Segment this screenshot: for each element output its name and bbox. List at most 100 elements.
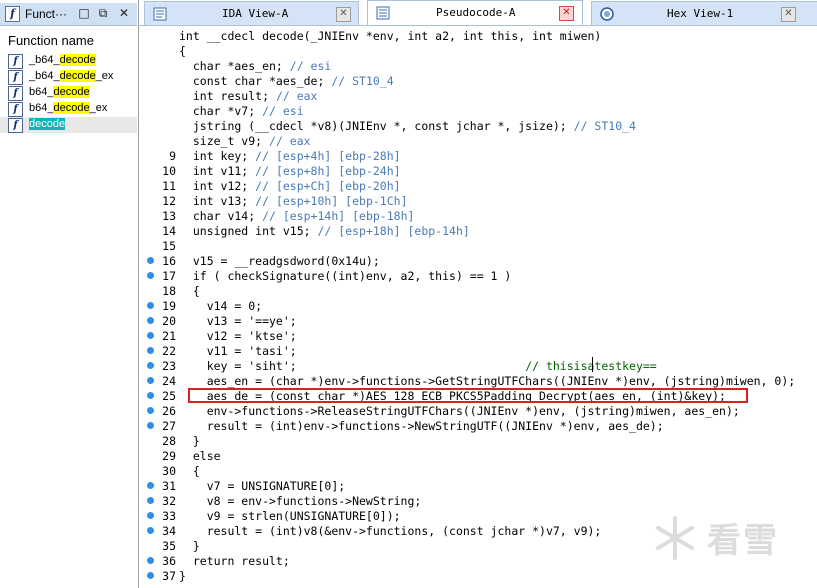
tab-pseudocode[interactable]: Pseudocode-A ✕ <box>367 0 583 27</box>
close-tab-icon[interactable]: ✕ <box>336 7 351 22</box>
function-list-item[interactable]: f _b64_decode <box>0 53 137 69</box>
code-line[interactable]: 19 v14 = 0; <box>139 298 817 313</box>
line-number: 12 <box>162 194 176 208</box>
function-name: _b64_decode_ex <box>29 70 113 82</box>
code-text: char *v7; // esi <box>179 104 304 118</box>
function-icon: f <box>8 86 23 101</box>
watermark: 看雪 <box>652 505 797 565</box>
code-comment: // [esp+8h] [ebp-24h] <box>255 164 401 178</box>
line-number: 20 <box>162 314 176 328</box>
code-line[interactable]: 31 v7 = UNSIGNATURE[0]; <box>139 478 817 493</box>
code-line[interactable]: 24 aes_en = (char *)env->functions->GetS… <box>139 373 817 388</box>
line-number: 33 <box>162 509 176 523</box>
code-line[interactable]: 27 result = (int)env->functions->NewStri… <box>139 418 817 433</box>
line-number: 11 <box>162 179 176 193</box>
code-text: v15 = __readgsdword(0x14u); <box>179 254 380 268</box>
code-comment: // ST10_4 <box>573 119 636 133</box>
code-segment: char v14; <box>179 209 263 223</box>
line-number: 29 <box>162 449 176 463</box>
search-match: decode <box>53 86 90 98</box>
function-list-item[interactable]: f decode <box>0 117 137 133</box>
function-list-item[interactable]: f b64_decode_ex <box>0 101 137 117</box>
code-text: jstring (__cdecl *v8)(JNIEnv *, const jc… <box>179 119 636 133</box>
code-line[interactable]: jstring (__cdecl *v8)(JNIEnv *, const jc… <box>139 118 817 133</box>
code-line[interactable]: 30 { <box>139 463 817 478</box>
code-text: else <box>179 449 221 463</box>
function-list-item[interactable]: f b64_decode <box>0 85 137 101</box>
code-line[interactable]: { <box>139 43 817 58</box>
code-line[interactable]: 26 env->functions->ReleaseStringUTFChars… <box>139 403 817 418</box>
code-line[interactable]: 18 { <box>139 283 817 298</box>
code-text: int __cdecl decode(_JNIEnv *env, int a2,… <box>179 29 602 43</box>
code-line[interactable]: char *aes_en; // esi <box>139 58 817 73</box>
code-line[interactable]: 23 key = 'siht'; // thisisatestkey== <box>139 358 817 373</box>
line-number: 15 <box>162 239 176 253</box>
code-line[interactable]: 11 int v12; // [esp+Ch] [ebp-20h] <box>139 178 817 193</box>
code-line[interactable]: 37} <box>139 568 817 583</box>
code-text: char *aes_en; // esi <box>179 59 331 73</box>
code-comment: // [esp+4h] [ebp-28h] <box>255 149 401 163</box>
restore-window-icon[interactable]: □ <box>77 6 91 20</box>
code-text: int v13; // [esp+10h] [ebp-1Ch] <box>179 194 408 208</box>
code-line[interactable]: size_t v9; // eax <box>139 133 817 148</box>
code-line[interactable]: 15 <box>139 238 817 253</box>
code-line[interactable]: 13 char v14; // [esp+14h] [ebp-18h] <box>139 208 817 223</box>
code-line[interactable]: 21 v12 = 'ktse'; <box>139 328 817 343</box>
pseudocode-icon <box>376 6 390 20</box>
code-text: v13 = '==ye'; <box>179 314 297 328</box>
line-number: 32 <box>162 494 176 508</box>
functions-pane-title: Funct··· <box>25 7 67 21</box>
code-line[interactable]: const char *aes_de; // ST10_4 <box>139 73 817 88</box>
code-line[interactable]: 10 int v11; // [esp+8h] [ebp-24h] <box>139 163 817 178</box>
code-line[interactable]: 20 v13 = '==ye'; <box>139 313 817 328</box>
function-icon: f <box>8 70 23 85</box>
highlight-box <box>188 388 748 403</box>
close-tab-icon[interactable]: ✕ <box>781 7 796 22</box>
function-list-item[interactable]: f _b64_decode_ex <box>0 69 137 85</box>
code-text: v11 = 'tasi'; <box>179 344 297 358</box>
close-icon[interactable]: ✕ <box>117 6 131 20</box>
functions-pane-tab[interactable]: f Funct··· □ ⧉ ✕ <box>0 3 137 26</box>
code-segment: int v13; <box>179 194 256 208</box>
code-text: return result; <box>179 554 290 568</box>
code-comment: // [esp+14h] [ebp-18h] <box>262 209 415 223</box>
code-comment: // [esp+Ch] [ebp-20h] <box>255 179 401 193</box>
code-line[interactable]: 12 int v13; // [esp+10h] [ebp-1Ch] <box>139 193 817 208</box>
line-number: 19 <box>162 299 176 313</box>
close-tab-icon[interactable]: ✕ <box>559 6 574 21</box>
code-comment: // ST10_4 <box>331 74 394 88</box>
code-comment: // thisisatestkey== <box>525 359 657 373</box>
code-text: } <box>179 539 200 553</box>
code-line[interactable]: 14 unsigned int v15; // [esp+18h] [ebp-1… <box>139 223 817 238</box>
code-line[interactable]: int result; // eax <box>139 88 817 103</box>
code-comment: // [esp+10h] [ebp-1Ch] <box>255 194 408 208</box>
functions-pane: f Funct··· □ ⧉ ✕ Function name f _b64_dec… <box>0 0 139 588</box>
code-text: unsigned int v15; // [esp+18h] [ebp-14h] <box>179 224 470 238</box>
function-name-column-header[interactable]: Function name <box>8 33 94 48</box>
tab-ida-view[interactable]: IDA View-A ✕ <box>144 1 359 26</box>
tab-hex-view[interactable]: Hex View-1 ✕ <box>591 1 817 26</box>
code-comment: // esi <box>289 59 332 73</box>
code-text: result = (int)v8(&env->functions, (const… <box>179 524 602 538</box>
code-line[interactable]: 17 if ( checkSignature((int)env, a2, thi… <box>139 268 817 283</box>
text-cursor <box>592 357 593 372</box>
code-line[interactable]: 16 v15 = __readgsdword(0x14u); <box>139 253 817 268</box>
search-match: decode <box>29 118 66 130</box>
code-line[interactable]: char *v7; // esi <box>139 103 817 118</box>
code-text: { <box>179 44 186 58</box>
code-line[interactable]: 9 int key; // [esp+4h] [ebp-28h] <box>139 148 817 163</box>
code-line[interactable]: int __cdecl decode(_JNIEnv *env, int a2,… <box>139 28 817 43</box>
function-icon: f <box>8 54 23 69</box>
code-text: v14 = 0; <box>179 299 263 313</box>
line-number: 10 <box>162 164 176 178</box>
code-text: aes_en = (char *)env->functions->GetStri… <box>179 374 796 388</box>
function-name: b64_decode <box>29 86 90 98</box>
code-comment: // [esp+18h] [ebp-14h] <box>317 224 470 238</box>
code-line[interactable]: 28 } <box>139 433 817 448</box>
code-segment: unsigned int v15; <box>179 224 318 238</box>
function-name: b64_decode_ex <box>29 102 107 114</box>
pseudocode-view[interactable]: int __cdecl decode(_JNIEnv *env, int a2,… <box>139 26 817 588</box>
code-line[interactable]: 29 else <box>139 448 817 463</box>
float-window-icon[interactable]: ⧉ <box>96 6 110 20</box>
code-line[interactable]: 22 v11 = 'tasi'; <box>139 343 817 358</box>
